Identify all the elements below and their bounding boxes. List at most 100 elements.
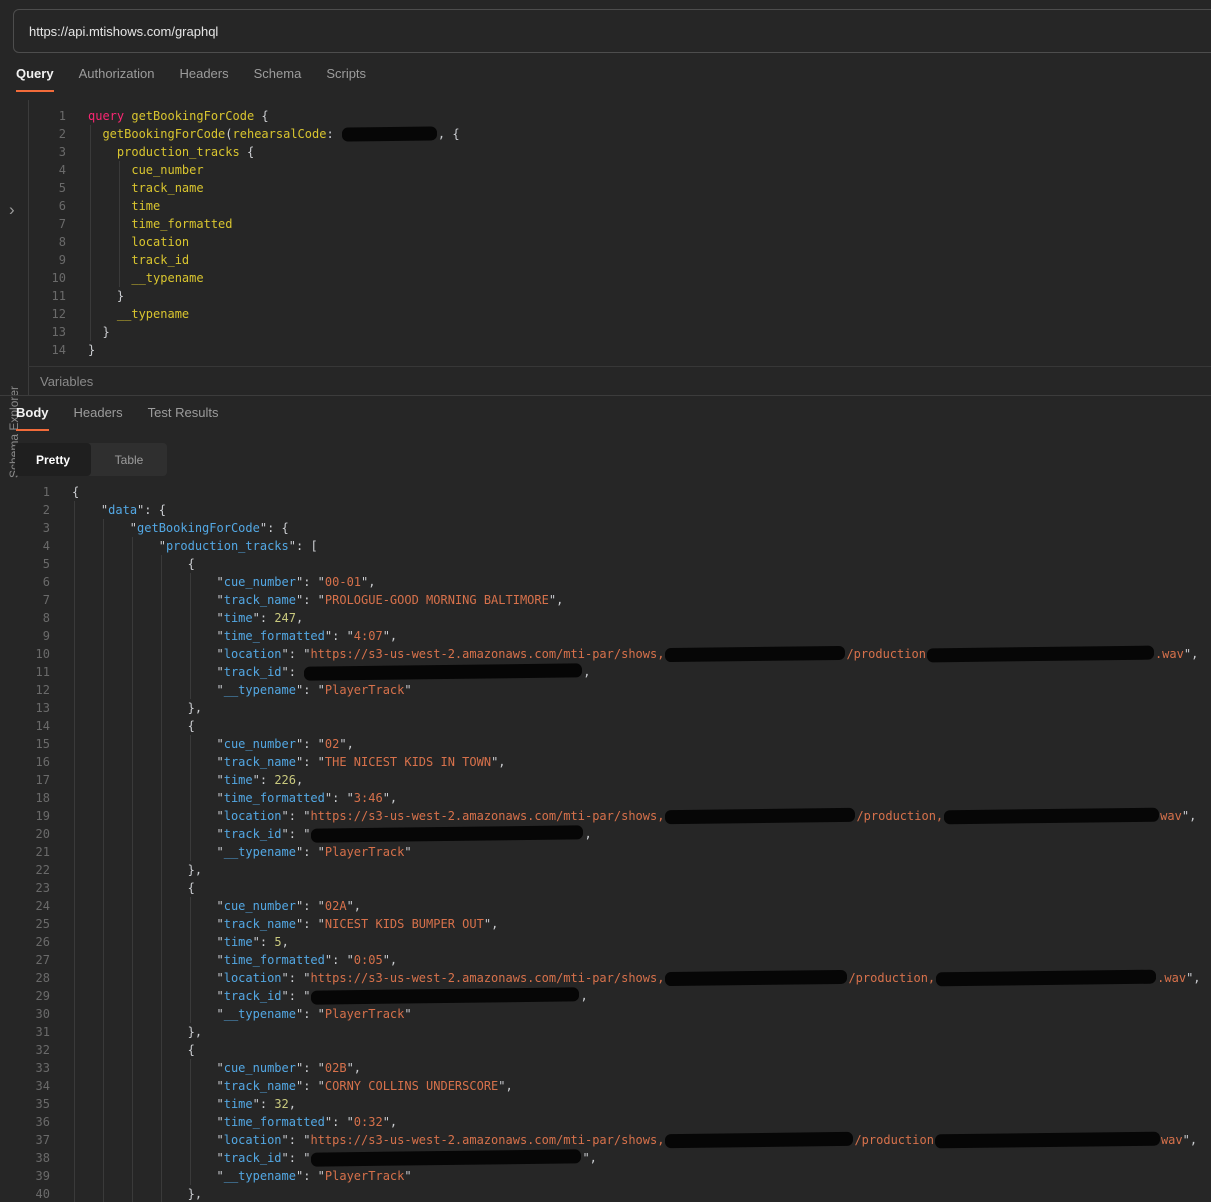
graphql-query-editor[interactable]: 1query getBookingForCode {2 getBookingFo… [0,107,1211,359]
code-line: 36 "time_formatted": "0:32", [0,1113,1211,1131]
url-input[interactable] [14,24,1113,39]
code-line: 3 production_tracks { [0,143,1211,161]
code-line: 31 }, [0,1023,1211,1041]
line-number: 20 [0,825,50,843]
code-line: 14 { [0,717,1211,735]
code-line: 7 time_formatted [0,215,1211,233]
code-line: 29 "track_id": ", [0,987,1211,1005]
line-number: 36 [0,1113,50,1131]
code-line: 14} [0,341,1211,359]
request-tabs: Query Authorization Headers Schema Scripts [16,66,366,92]
redaction-mark [311,1150,581,1165]
code-line: 9 "time_formatted": "4:07", [0,627,1211,645]
code-text: }, [50,861,1211,879]
code-text: "getBookingForCode": { [50,519,1211,537]
line-number: 38 [0,1149,50,1167]
tab-query[interactable]: Query [16,66,54,92]
code-text: }, [50,1185,1211,1202]
code-text: "__typename": "PlayerTrack" [50,843,1211,861]
code-text: track_name [66,179,1211,197]
line-number: 2 [0,125,66,143]
variables-section[interactable]: Variables [28,366,1211,396]
code-line: 33 "cue_number": "02B", [0,1059,1211,1077]
line-number: 19 [0,807,50,825]
toggle-pretty[interactable]: Pretty [15,443,91,476]
line-number: 25 [0,915,50,933]
code-text: "track_id": ", [50,987,1211,1005]
code-line: 21 "__typename": "PlayerTrack" [0,843,1211,861]
code-line: 5 { [0,555,1211,573]
tab-authorization[interactable]: Authorization [79,66,155,92]
redaction-mark [927,647,1154,662]
code-line: 12 __typename [0,305,1211,323]
code-text: __typename [66,269,1211,287]
code-line: 30 "__typename": "PlayerTrack" [0,1005,1211,1023]
redaction-mark [935,1133,1160,1148]
line-number: 32 [0,1041,50,1059]
code-line: 4 cue_number [0,161,1211,179]
tab-test-results[interactable]: Test Results [148,405,219,431]
variables-label: Variables [28,374,93,389]
line-number: 21 [0,843,50,861]
line-number: 12 [0,305,66,323]
code-line: 16 "track_name": "THE NICEST KIDS IN TOW… [0,753,1211,771]
line-number: 23 [0,879,50,897]
code-line: 13 }, [0,699,1211,717]
line-number: 1 [0,107,66,125]
line-number: 16 [0,753,50,771]
code-text: "time": 32, [50,1095,1211,1113]
code-line: 3 "getBookingForCode": { [0,519,1211,537]
url-bar [13,9,1211,53]
line-number: 34 [0,1077,50,1095]
line-number: 28 [0,969,50,987]
tab-headers[interactable]: Headers [74,405,123,431]
redaction-mark [311,826,583,841]
redaction-mark [944,809,1159,824]
code-line: 23 { [0,879,1211,897]
code-line: 10 __typename [0,269,1211,287]
line-number: 8 [0,233,66,251]
code-text: "track_name": "THE NICEST KIDS IN TOWN", [50,753,1211,771]
code-text: "track_name": "CORNY COLLINS UNDERSCORE"… [50,1077,1211,1095]
line-number: 12 [0,681,50,699]
code-line: 11 } [0,287,1211,305]
code-line: 8 "time": 247, [0,609,1211,627]
code-text: { [50,879,1211,897]
code-text: "track_id": "", [50,1149,1211,1167]
code-text: } [66,323,1211,341]
code-line: 25 "track_name": "NICEST KIDS BUMPER OUT… [0,915,1211,933]
code-text: "time": 5, [50,933,1211,951]
code-text: "location": "https://s3-us-west-2.amazon… [50,807,1211,825]
code-line: 27 "time_formatted": "0:05", [0,951,1211,969]
response-view-toggle: PrettyTable [15,443,167,476]
line-number: 10 [0,645,50,663]
code-line: 40 }, [0,1185,1211,1202]
code-text: "__typename": "PlayerTrack" [50,681,1211,699]
code-text: "track_name": "PROLOGUE-GOOD MORNING BAL… [50,591,1211,609]
code-text: "cue_number": "02B", [50,1059,1211,1077]
line-number: 14 [0,717,50,735]
code-line: 12 "__typename": "PlayerTrack" [0,681,1211,699]
code-text: "production_tracks": [ [50,537,1211,555]
code-text: production_tracks { [66,143,1211,161]
toggle-table[interactable]: Table [91,443,167,476]
line-number: 26 [0,933,50,951]
line-number: 5 [0,555,50,573]
code-text: __typename [66,305,1211,323]
code-line: 15 "cue_number": "02", [0,735,1211,753]
tab-headers[interactable]: Headers [179,66,228,92]
code-text: cue_number [66,161,1211,179]
code-line: 24 "cue_number": "02A", [0,897,1211,915]
tab-body[interactable]: Body [16,405,49,431]
code-line: 1query getBookingForCode { [0,107,1211,125]
redaction-mark [311,988,579,1003]
line-number: 7 [0,591,50,609]
code-text: time_formatted [66,215,1211,233]
line-number: 18 [0,789,50,807]
line-number: 13 [0,323,66,341]
response-body-viewer[interactable]: 1{2 "data": {3 "getBookingForCode": {4 "… [0,483,1211,1202]
code-line: 18 "time_formatted": "3:46", [0,789,1211,807]
tab-schema[interactable]: Schema [254,66,302,92]
tab-scripts[interactable]: Scripts [326,66,366,92]
code-text: "cue_number": "02", [50,735,1211,753]
